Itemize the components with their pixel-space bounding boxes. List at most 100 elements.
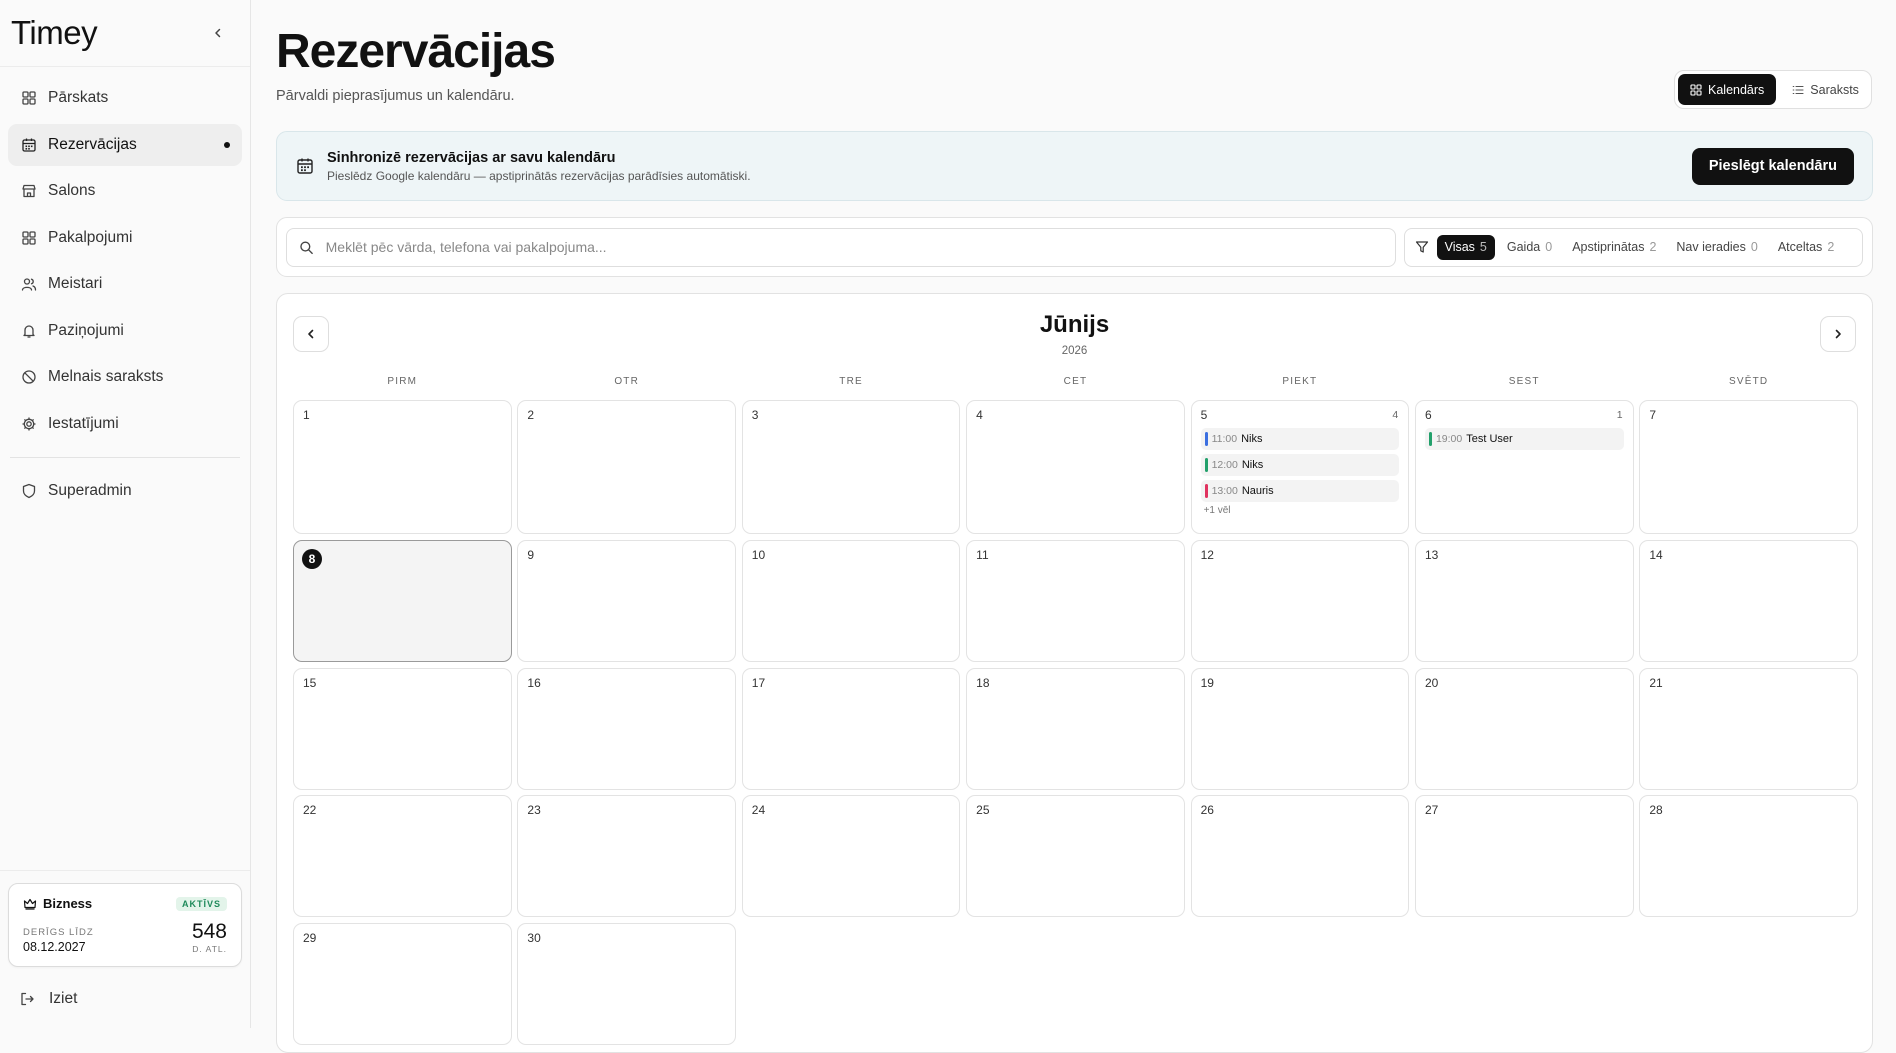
shield-icon [22,483,36,498]
view-label: Saraksts [1810,82,1859,97]
calendar-day-cell[interactable]: 2 [517,400,736,534]
calendar-icon [297,158,313,174]
day-number: 4 [976,408,983,422]
calendar-day-cell[interactable]: 24 [741,795,961,918]
calendar-day-cell[interactable]: 7 [1639,400,1858,534]
sidebar-item-meistari[interactable]: Meistari [8,263,242,305]
day-number: 24 [751,803,766,818]
calendar-icon [22,138,36,152]
filter-label: Gaida [1506,240,1541,254]
calendar-day-cell[interactable]: 13 [1414,539,1634,662]
sidebar-item-salons[interactable]: Salons [8,170,242,212]
sidebar-item-iestatijumi[interactable]: Iestatījumi [8,403,242,445]
page-subtitle: Pārvaldi pieprasījumus un kalendāru. [276,88,515,104]
calendar-day-cell[interactable]: 30 [517,923,736,1046]
sidebar-item-label: Salons [48,182,96,199]
next-month-button[interactable] [1820,316,1856,352]
logout-label: Iziet [49,990,78,1007]
sidebar-item-label: Paziņojumi [48,321,124,339]
calendar-day-cell[interactable]: 27 [1414,795,1634,918]
more-events-link[interactable]: +1 vēl [1201,505,1400,516]
logout-button[interactable]: Iziet [8,979,242,1019]
event-client-name: Niks [1241,433,1263,445]
calendar-day-cell[interactable]: 15 [293,667,512,790]
calendar-day-cell[interactable]: 20 [1414,667,1634,790]
day-number: 3 [751,408,759,422]
day-number: 10 [751,547,766,562]
calendar-day-cell[interactable]: 25 [966,795,1185,918]
filter-chip-atceltas[interactable]: Atceltas 2 [1770,235,1842,260]
sidebar-footer: Bizness AKTĪVS DERĪGS LĪDZ 08.12.2027 54… [0,870,250,1028]
calendar-day-cell[interactable]: 11 [966,539,1185,662]
calendar-day-cell[interactable]: 28 [1639,795,1858,918]
filter-chip-nav-ieradies[interactable]: Nav ieradies 0 [1668,235,1765,260]
sidebar-item-label: Melnais saraksts [48,368,164,385]
plan-name: Bizness [23,896,92,911]
search-input[interactable] [325,239,1383,255]
calendar-day-cell[interactable]: 19 [1190,667,1410,790]
calendar-day-cell[interactable]: 5 4 11:00 Niks 12:00 Niks 13:00 Nauris +1 vēl [1190,400,1410,534]
sidebar-item-rezervacijas[interactable]: Rezervācijas [8,123,242,166]
brand-header: Timey [0,0,250,67]
calendar-day-cell[interactable]: 12 [1190,539,1410,662]
calendar-day-cell[interactable]: 1 [293,400,512,534]
weekday-label: SVĒTD [1728,376,1769,387]
bell-icon [23,324,35,338]
calendar-day-cell[interactable]: 23 [517,795,736,918]
collapse-sidebar-button[interactable] [208,23,228,43]
event-status-bar [1204,484,1208,498]
calendar-day-cell[interactable]: 3 [741,400,961,534]
calendar-day-cell[interactable]: 6 1 19:00 Test User [1414,400,1634,534]
weekday-label: CET [1063,376,1088,387]
calendar-day-cell[interactable]: 29 [293,923,512,1046]
day-number: 21 [1649,675,1663,690]
calendar-day-cell[interactable]: 10 [741,539,961,662]
users-icon [21,278,37,291]
day-number: 7 [1649,408,1657,422]
sidebar-item-pakalpojumi[interactable]: Pakalpojumi [8,217,242,259]
calendar-day-cell[interactable]: 18 [966,667,1185,790]
calendar-day-cell[interactable]: 9 [517,539,736,662]
calendar-day-cell[interactable]: 4 [966,400,1185,534]
calendar-day-cell[interactable]: 17 [741,667,961,790]
year-label: 2026 [1061,345,1088,357]
day-number: 27 [1424,803,1439,818]
day-events-list: 11:00 Niks 12:00 Niks 13:00 Nauris [1200,428,1400,502]
calendar-day-cell[interactable]: 14 [1639,539,1858,662]
sidebar-item-label: Rezervācijas [48,135,137,153]
plan-name-label: Bizness [43,896,93,911]
sidebar-item-superadmin[interactable]: Superadmin [8,470,242,512]
calendar-day-cell[interactable]: 21 [1639,667,1858,790]
sidebar-item-label: Iestatījumi [48,414,119,432]
calendar-day-cell[interactable]: 8 [293,539,512,662]
list-view-button[interactable]: Saraksts [1780,74,1871,105]
booking-event[interactable]: 13:00 Nauris [1200,480,1400,502]
page-title: Rezervācijas [276,25,556,78]
sidebar-nav: Pārskats Rezervācijas Salons Pakalpojumi… [0,67,250,512]
day-events-list: 19:00 Test User [1424,428,1624,450]
logout-icon [21,992,34,1006]
view-toggle: Kalendārs Saraksts [1674,70,1872,109]
filter-chip-gaida[interactable]: Gaida 0 [1499,235,1560,260]
filter-chip-apstiprinatas[interactable]: Apstiprinātas 2 [1564,235,1664,260]
filter-chip-visas[interactable]: Visas 5 [1436,234,1495,260]
gear-icon [22,417,36,430]
calendar-day-cell[interactable]: 16 [517,667,736,790]
event-time: 11:00 [1211,433,1238,445]
plan-card: Bizness AKTĪVS DERĪGS LĪDZ 08.12.2027 54… [8,883,242,967]
calendar-day-cell[interactable]: 22 [293,795,512,918]
connect-calendar-button[interactable]: Pieslēgt kalendāru [1691,147,1854,185]
calendar-day-cell[interactable]: 26 [1190,795,1410,918]
booking-event[interactable]: 19:00 Test User [1424,428,1624,450]
sidebar-item-melnais-saraksts[interactable]: Melnais saraksts [8,356,242,398]
event-status-bar [1204,458,1208,472]
event-client-name: Nauris [1241,485,1274,497]
view-label: Kalendārs [1708,82,1765,97]
booking-event[interactable]: 11:00 Niks [1200,428,1400,450]
booking-event[interactable]: 12:00 Niks [1200,454,1400,476]
sidebar-item-pazinojumi[interactable]: Paziņojumi [8,310,242,352]
calendar-view-button[interactable]: Kalendārs [1678,74,1777,105]
weekday-label: SEST [1508,376,1540,387]
sidebar-item-parskats[interactable]: Pārskats [8,77,242,119]
active-indicator-dot [224,141,230,148]
